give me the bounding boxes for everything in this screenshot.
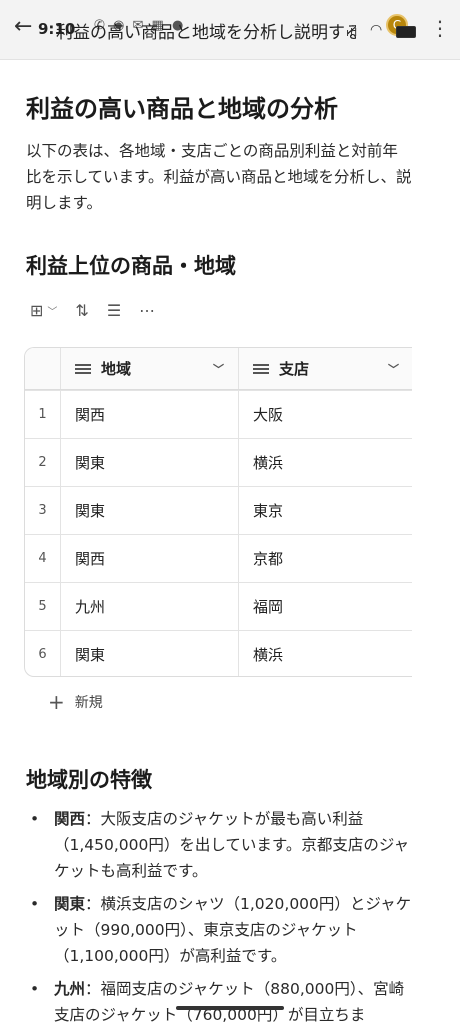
cell-region[interactable]: 関東 [61,439,239,486]
data-table: 地域 ﹀ 支店 ﹀ 1 関西 大阪 2 関東 横浜 3 関東 東京 4 関西 京… [24,347,412,677]
list-item-label: 関東 [54,895,86,913]
column-header-branch[interactable]: 支店 ﹀ [239,348,412,389]
chevron-down-icon[interactable]: ﹀ [213,361,224,377]
column-header-region[interactable]: 地域 ﹀ [61,348,239,389]
list-item-label: 関西 [54,810,86,828]
cell-branch[interactable]: 横浜 [239,631,412,676]
table-row[interactable]: 2 関東 横浜 [25,438,412,486]
list-item-text: ：横浜支店のシャツ（1,020,000円）とジャケット（990,000円）、東京… [54,895,412,965]
list-item: • 関東：横浜支店のシャツ（1,020,000円）とジャケット（990,000円… [30,891,414,969]
row-number: 2 [25,439,61,486]
section-heading-top: 利益上位の商品・地域 [26,254,236,278]
back-arrow-icon[interactable]: ← [14,14,32,39]
signal-icon: ıll [346,26,359,39]
cell-region[interactable]: 関西 [61,391,239,438]
document-heading: 利益の高い商品と地域の分析 [26,95,338,123]
region-feature-list: • 関西：大阪支店のジャケットが最も高い利益（1,450,000円）を出していま… [30,806,414,1024]
cell-branch[interactable]: 東京 [239,487,412,534]
list-item-text: ：大阪支店のジャケットが最も高い利益（1,450,000円）を出しています。京都… [54,810,410,880]
cell-branch[interactable]: 横浜 [239,439,412,486]
list-item-label: 九州 [54,980,86,998]
column-header-label: 支店 [279,360,310,378]
document-body: 利益の高い商品と地域の分析 以下の表は、各地域・支店ごとの商品別利益と対前年比を… [26,92,412,216]
row-number-header [25,348,61,389]
more-icon[interactable]: ⋯ [139,301,155,320]
row-number: 1 [25,391,61,438]
cell-region[interactable]: 関東 [61,487,239,534]
table-header-row: 地域 ﹀ 支店 ﹀ [25,348,412,390]
bullet: • [30,980,40,998]
table-toolbar: ⊞ ﹀ ⇅ ☰ ⋯ [30,298,155,322]
filter-icon[interactable]: ☰ [107,301,121,320]
column-header-label: 地域 [101,360,132,378]
table-row[interactable]: 3 関東 東京 [25,486,412,534]
cell-region[interactable]: 関西 [61,535,239,582]
text-lines-icon [75,362,91,376]
home-indicator [176,1006,284,1010]
intro-paragraph: 以下の表は、各地域・支店ごとの商品別利益と対前年比を示しています。利益が高い商品… [26,142,412,212]
cell-branch[interactable]: 大阪 [239,391,412,438]
sort-icon[interactable]: ⇅ [75,301,88,320]
row-number: 6 [25,631,61,676]
bullet: • [30,895,40,913]
plus-icon: + [48,690,65,714]
battery-icon [396,26,416,38]
bullet: • [30,810,40,828]
table-row[interactable]: 1 関西 大阪 [25,390,412,438]
list-item: • 関西：大阪支店のジャケットが最も高い利益（1,450,000円）を出していま… [30,806,414,884]
table-row[interactable]: 6 関東 横浜 [25,630,412,676]
chevron-down-icon[interactable]: ﹀ [388,361,399,377]
cell-branch[interactable]: 福岡 [239,583,412,630]
add-row-button[interactable]: + 新規 [48,690,103,714]
table-row[interactable]: 4 関西 京都 [25,534,412,582]
more-options-icon[interactable]: ⋮ [430,16,450,40]
page-title: 利益の高い商品と地域を分析し説明する [56,23,356,43]
chevron-down-icon: ﹀ [47,306,58,318]
section-heading-region: 地域別の特徴 [26,768,152,792]
table-row[interactable]: 5 九州 福岡 [25,582,412,630]
add-row-label: 新規 [74,695,103,711]
cell-branch[interactable]: 京都 [239,535,412,582]
wifi-icon: ◠ [370,22,383,38]
cell-region[interactable]: 九州 [61,583,239,630]
list-item-text: ：福岡支店のジャケット（880,000円）、宮崎支店のジャケット（760,000… [54,980,405,1024]
list-item: • 九州：福岡支店のジャケット（880,000円）、宮崎支店のジャケット（760… [30,976,414,1024]
row-number: 4 [25,535,61,582]
grid-icon: ⊞ [30,300,44,320]
row-number: 3 [25,487,61,534]
row-number: 5 [25,583,61,630]
text-lines-icon [253,362,269,376]
cell-region[interactable]: 関東 [61,631,239,676]
layout-button[interactable]: ⊞ ﹀ [30,301,57,320]
top-app-bar: ← 9:10 ✆ ◉ ✉ ▦ ● 利益の高い商品と地域を分析し説明する ıll … [0,0,460,60]
